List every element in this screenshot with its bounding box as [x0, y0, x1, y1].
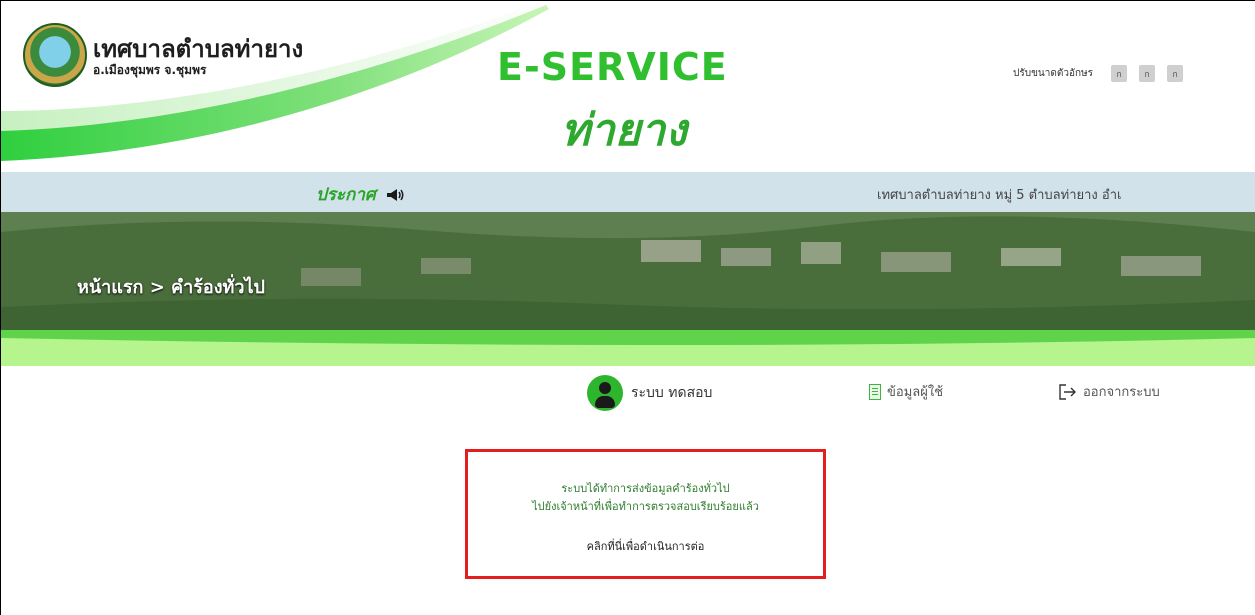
logout-label: ออกจากระบบ: [1083, 385, 1160, 400]
announcement-label: ประกาศ: [316, 181, 406, 208]
user-name: ระบบ ทดสอบ: [631, 385, 713, 401]
logout-icon: [1059, 383, 1076, 400]
continue-link[interactable]: คลิกที่นี่เพื่อดำเนินการต่อ: [468, 537, 823, 555]
font-size-medium-button[interactable]: ก: [1138, 65, 1155, 82]
announcement-title: ประกาศ: [316, 185, 376, 205]
profile-link[interactable]: ข้อมูลผู้ใช้: [869, 381, 943, 402]
user-bar: ระบบ ทดสอบ ข้อมูลผู้ใช้ ออกจากระบบ: [1, 366, 1255, 416]
header-swoosh: [1, 1, 561, 161]
breadcrumb: หน้าแรก > คำร้องทั่วไป: [77, 277, 265, 298]
logout-link[interactable]: ออกจากระบบ: [1059, 381, 1160, 402]
user-avatar-icon: [587, 375, 623, 411]
site-header: เทศบาลตำบลท่ายาง อ.เมืองชุมพร จ.ชุมพร E-…: [1, 1, 1255, 172]
eservice-subtitle: ท่ายาง: [561, 105, 687, 156]
announcement-marquee: เทศบาลตำบลท่ายาง หมู่ 5 ตำบลท่ายาง อำเ: [877, 188, 1122, 203]
font-size-label: ปรับขนาดตัวอักษร: [1013, 68, 1093, 79]
success-message-box: ระบบได้ทำการส่งข้อมูลคำร้องทั่วไป ไปยังเ…: [465, 449, 826, 579]
current-user: ระบบ ทดสอบ: [587, 375, 712, 411]
document-icon: [869, 383, 881, 400]
eservice-title: E-SERVICE: [497, 45, 728, 89]
success-message-line-1: ระบบได้ทำการส่งข้อมูลคำร้องทั่วไป: [561, 482, 730, 495]
org-subtitle: อ.เมืองชุมพร จ.ชุมพร: [93, 63, 207, 77]
page-banner: หน้าแรก > คำร้องทั่วไป: [1, 212, 1255, 334]
font-size-control: ปรับขนาดตัวอักษร ก ก ก: [1013, 65, 1183, 82]
success-message-line-2: ไปยังเจ้าหน้าที่เพื่อทำการตรวจสอบเรียบร้…: [532, 500, 759, 513]
green-wave-divider: [1, 330, 1255, 366]
font-size-small-button[interactable]: ก: [1110, 65, 1127, 82]
profile-label: ข้อมูลผู้ใช้: [887, 385, 944, 400]
megaphone-icon: [386, 188, 404, 201]
municipality-logo: [23, 23, 87, 87]
font-size-large-button[interactable]: ก: [1166, 65, 1183, 82]
announcement-bar: ประกาศ เทศบาลตำบลท่ายาง หมู่ 5 ตำบลท่ายา…: [1, 172, 1255, 212]
